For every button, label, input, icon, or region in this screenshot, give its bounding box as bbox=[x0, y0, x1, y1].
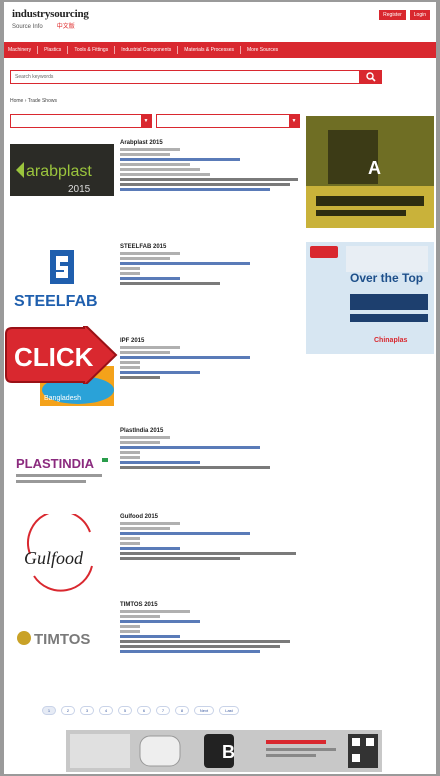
nav-item-machinery[interactable]: Machinery bbox=[8, 47, 31, 53]
listing-info: TIMTOS 2015 bbox=[120, 602, 300, 655]
click-badge-text: CLICK bbox=[14, 342, 94, 372]
listing-info: STEELFAB 2015 bbox=[120, 244, 300, 287]
pagination: 1 2 3 4 5 6 7 8 Next Last bbox=[42, 706, 239, 715]
nav-item-tools[interactable]: Tools & Fittings bbox=[74, 47, 108, 53]
page-button-6[interactable]: 6 bbox=[137, 706, 151, 715]
list-item[interactable]: STEELFAB STEELFAB 2015 bbox=[10, 244, 300, 324]
listing-info: Arabplast 2015 bbox=[120, 140, 300, 193]
ad-a-label: A bbox=[368, 158, 381, 178]
nav-divider bbox=[114, 46, 116, 54]
search-icon bbox=[366, 72, 376, 82]
page-button-3[interactable]: 3 bbox=[80, 706, 94, 715]
timtos-logo-text: TIMTOS bbox=[34, 631, 90, 648]
list-item[interactable]: PLASTINDIA PlastIndia 2015 bbox=[10, 428, 300, 508]
listing-title[interactable]: STEELFAB 2015 bbox=[120, 244, 300, 250]
plastindia-logo-text: PLASTINDIA bbox=[16, 456, 95, 471]
bottom-banner-label: B bbox=[222, 742, 235, 762]
arabplast-logo-year: 2015 bbox=[68, 184, 91, 195]
timtos-logo-image: TIMTOS bbox=[10, 602, 114, 680]
steelfab-logo-image: STEELFAB bbox=[10, 244, 114, 322]
ad-chinaplas-image: Over the Top Chinaplas bbox=[306, 242, 434, 354]
nav-divider bbox=[240, 46, 241, 54]
page-button-8[interactable]: 8 bbox=[175, 706, 189, 715]
listing-title[interactable]: Gulfood 2015 bbox=[120, 514, 300, 520]
main-nav: Machinery Plastics Tools & Fittings Indu… bbox=[4, 42, 436, 58]
page-button-1[interactable]: 1 bbox=[42, 706, 56, 715]
list-item[interactable]: Gulfood Gulfood 2015 bbox=[10, 514, 300, 598]
listing-info: Gulfood 2015 bbox=[120, 514, 300, 562]
listing-title[interactable]: Arabplast 2015 bbox=[120, 140, 300, 146]
filter-row: ▼ ▼ bbox=[10, 114, 300, 128]
page: industrysourcing Source Info 中文版 Register… bbox=[4, 2, 436, 774]
nav-divider bbox=[37, 46, 39, 54]
list-item[interactable]: arabplast 2015 Arabplast 2015 bbox=[10, 140, 300, 230]
listing-info: IPF 2015 bbox=[120, 338, 300, 381]
account-links: Register Login bbox=[379, 10, 430, 20]
ad-brand: Chinaplas bbox=[374, 337, 408, 344]
gulfood-logo-text: Gulfood bbox=[24, 548, 84, 568]
page-button-5[interactable]: 5 bbox=[118, 706, 132, 715]
arabplast-logo-text: arabplast bbox=[26, 163, 92, 180]
steelfab-logo-text: STEELFAB bbox=[14, 293, 98, 310]
listing-info: PlastIndia 2015 bbox=[120, 428, 300, 471]
nav-item-plastics[interactable]: Plastics bbox=[44, 47, 61, 53]
gulfood-logo-image: Gulfood bbox=[10, 514, 114, 592]
nav-divider bbox=[67, 46, 69, 54]
ipf-logo-text: Bangladesh bbox=[44, 395, 81, 402]
nav-divider bbox=[177, 46, 179, 54]
click-callout-badge: CLICK bbox=[4, 321, 118, 389]
page-last-button[interactable]: Last bbox=[219, 706, 239, 715]
sidebar-ad-chinaplas[interactable]: Over the Top Chinaplas bbox=[306, 242, 434, 354]
ad-headline: Over the Top bbox=[350, 271, 423, 285]
timtos-logo[interactable]: TIMTOS bbox=[10, 602, 114, 680]
page-button-7[interactable]: 7 bbox=[156, 706, 170, 715]
search-button[interactable] bbox=[360, 70, 382, 84]
gulfood-logo[interactable]: Gulfood bbox=[10, 514, 114, 592]
logo-title: industrysourcing bbox=[12, 8, 89, 20]
plastindia-logo-image: PLASTINDIA bbox=[10, 428, 114, 506]
industry-select[interactable]: ▼ bbox=[156, 114, 300, 128]
sidebar-ad-a[interactable]: A bbox=[306, 116, 434, 228]
chevron-down-icon: ▼ bbox=[141, 115, 151, 127]
page-next-button[interactable]: Next bbox=[194, 706, 214, 715]
logo-tagline-chinese[interactable]: 中文版 bbox=[57, 24, 75, 30]
bottom-banner-ad[interactable]: B bbox=[66, 730, 382, 772]
nav-item-materials[interactable]: Materials & Processes bbox=[184, 47, 234, 53]
chevron-down-icon: ▼ bbox=[289, 115, 299, 127]
click-arrow-icon: CLICK bbox=[5, 321, 118, 389]
search-bar: Search keywords bbox=[10, 70, 382, 84]
plastindia-logo[interactable]: PLASTINDIA bbox=[10, 428, 114, 506]
arabplast-logo-image: arabplast 2015 bbox=[10, 140, 114, 218]
list-item[interactable]: TIMTOS TIMTOS 2015 bbox=[10, 602, 300, 692]
region-select[interactable]: ▼ bbox=[10, 114, 152, 128]
arabplast-logo[interactable]: arabplast 2015 bbox=[10, 140, 114, 218]
site-header: industrysourcing Source Info 中文版 Register… bbox=[4, 2, 436, 42]
page-button-2[interactable]: 2 bbox=[61, 706, 75, 715]
login-button[interactable]: Login bbox=[409, 10, 430, 20]
nav-item-components[interactable]: Industrial Components bbox=[121, 47, 171, 53]
steelfab-logo[interactable]: STEELFAB bbox=[10, 244, 114, 322]
breadcrumb[interactable]: Home › Trade Shows bbox=[10, 98, 57, 104]
register-button[interactable]: Register bbox=[379, 10, 406, 20]
listing-title[interactable]: IPF 2015 bbox=[120, 338, 300, 344]
logo-tagline: Source Info 中文版 bbox=[12, 21, 89, 30]
page-button-4[interactable]: 4 bbox=[99, 706, 113, 715]
listing-title[interactable]: PlastIndia 2015 bbox=[120, 428, 300, 434]
listing-title[interactable]: TIMTOS 2015 bbox=[120, 602, 300, 608]
nav-item-more[interactable]: More Sources bbox=[247, 47, 278, 53]
logo-tagline-text: Source Info bbox=[12, 24, 43, 30]
site-logo[interactable]: industrysourcing Source Info 中文版 bbox=[12, 8, 89, 30]
search-input[interactable]: Search keywords bbox=[10, 70, 360, 84]
